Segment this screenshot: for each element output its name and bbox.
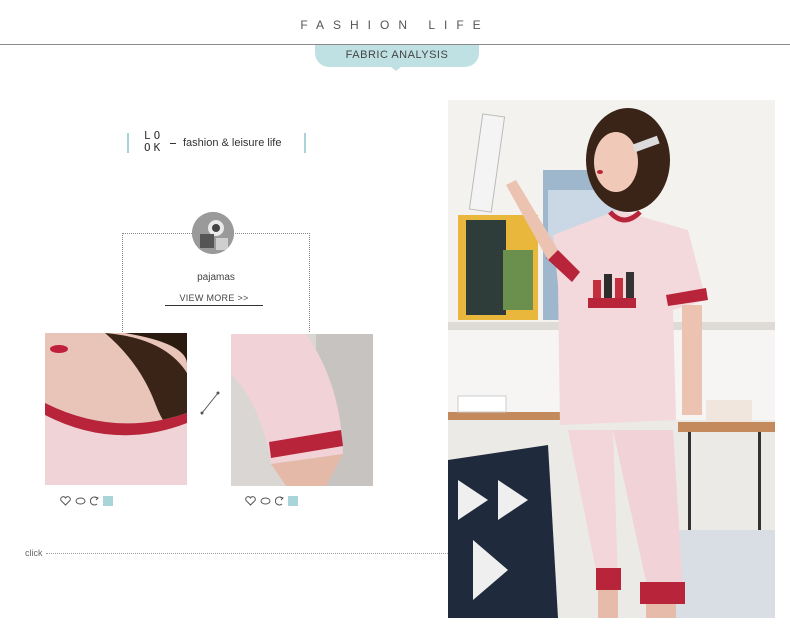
square-icon[interactable] xyxy=(288,496,298,506)
avatar-image xyxy=(192,212,234,254)
square-icon[interactable] xyxy=(103,496,113,506)
comment-icon[interactable] xyxy=(260,496,271,506)
connector-arrow-icon xyxy=(200,391,220,415)
model-main-photo[interactable] xyxy=(448,100,775,618)
avatar[interactable] xyxy=(192,212,234,254)
look-dash xyxy=(170,143,176,144)
neckline-detail-photo[interactable] xyxy=(45,333,187,485)
look-tagline: fashion & leisure life xyxy=(183,137,282,149)
look-right-bar xyxy=(304,133,306,153)
tab-pointer xyxy=(391,67,401,71)
look-left-bar xyxy=(127,133,129,153)
click-label[interactable]: click xyxy=(25,548,43,558)
photo-1-actions xyxy=(60,496,113,506)
fabric-analysis-tab[interactable]: FABRIC ANALYSIS xyxy=(315,45,479,67)
look-letters-bottom: OK xyxy=(144,141,164,154)
share-icon[interactable] xyxy=(90,496,99,506)
photo-2-actions xyxy=(245,496,298,506)
heart-icon[interactable] xyxy=(60,496,71,506)
click-dotted-line xyxy=(46,553,448,554)
product-name: pajamas xyxy=(197,272,235,283)
sleeve-detail-photo[interactable] xyxy=(231,334,373,486)
look-logo: LO OK xyxy=(144,130,163,154)
share-icon[interactable] xyxy=(275,496,284,506)
heart-icon[interactable] xyxy=(245,496,256,506)
comment-icon[interactable] xyxy=(75,496,86,506)
view-more-link[interactable]: VIEW MORE >> xyxy=(165,293,263,306)
page-title: FASHION LIFE xyxy=(300,18,490,32)
